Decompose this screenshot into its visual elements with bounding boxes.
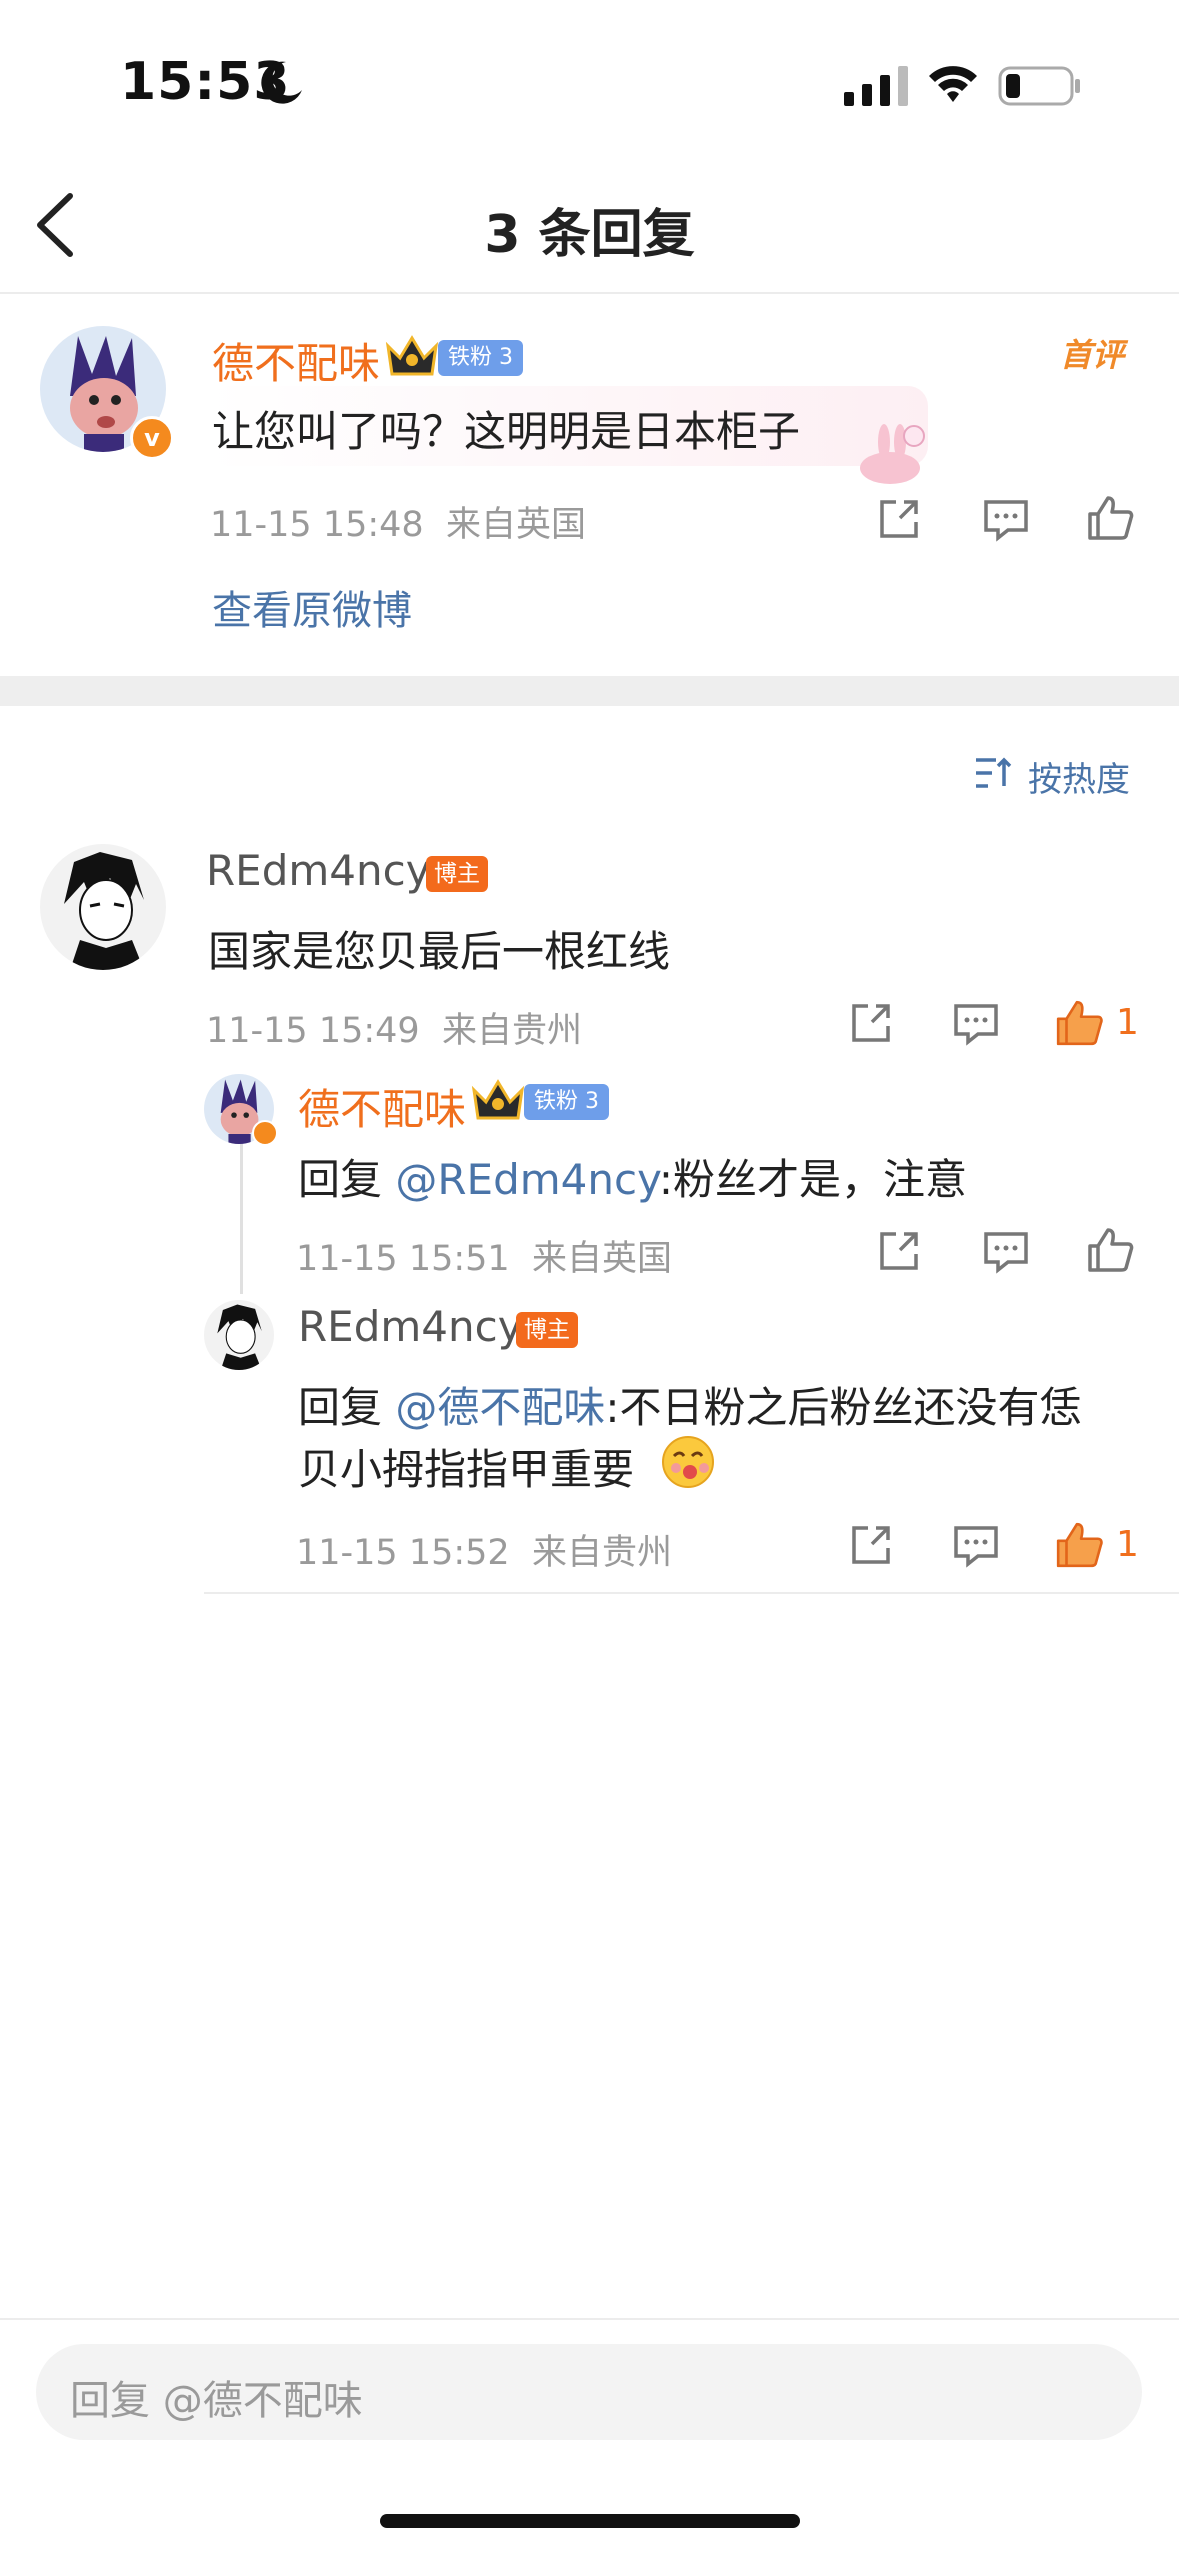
comment-icon xyxy=(984,1232,1028,1274)
signal-icon xyxy=(844,66,910,106)
author-badge: 博主 xyxy=(516,1312,578,1348)
like-button[interactable] xyxy=(1086,494,1134,542)
moon-icon xyxy=(256,58,306,108)
page-title: 3 条回复 xyxy=(484,205,695,265)
crown-icon xyxy=(470,1076,526,1122)
like-count: 1 xyxy=(1116,1524,1139,1565)
comment-icon xyxy=(984,500,1028,542)
share-icon xyxy=(852,1526,890,1564)
fan-badge: 铁粉 3 xyxy=(524,1084,609,1120)
share-button[interactable] xyxy=(848,1522,894,1568)
comment-meta: 11-15 15:52 来自贵州 xyxy=(296,1533,672,1573)
avatar-redm4ncy[interactable] xyxy=(40,844,166,970)
bottom-divider xyxy=(0,2318,1179,2320)
reply-text: 回复 @德不配味:不日粉之后粉丝还没有恁 xyxy=(298,1383,1082,1432)
sort-icon xyxy=(976,757,1012,788)
fan-badge: 铁粉 3 xyxy=(438,340,523,376)
author-badge: 博主 xyxy=(426,856,488,892)
reply-text-line2: 贝小拇指指甲重要 xyxy=(298,1445,635,1494)
header-divider xyxy=(0,292,1179,294)
comment-text: 国家是您贝最后一根红线 xyxy=(208,927,671,976)
verified-badge-icon xyxy=(252,1120,278,1146)
comment-meta: 11-15 15:51 来自英国 xyxy=(296,1239,672,1279)
view-original-link[interactable]: 查看原微博 xyxy=(212,578,412,636)
wifi-icon xyxy=(925,62,981,106)
reply-text: 回复 @REdm4ncy:粉丝才是，注意 xyxy=(298,1155,968,1204)
mention-link[interactable]: @REdm4ncy xyxy=(395,1155,659,1204)
comment-username[interactable]: REdm4ncy xyxy=(298,1302,523,1351)
bunny-sticker-icon xyxy=(854,420,934,486)
first-comment-tag: 首评 xyxy=(1060,336,1125,374)
sort-button[interactable] xyxy=(974,754,1014,792)
comment-button[interactable] xyxy=(952,1002,1000,1046)
thread-end-divider xyxy=(204,1592,1179,1594)
comment-username[interactable]: REdm4ncy xyxy=(206,846,431,895)
thumbs-up-icon xyxy=(1088,1228,1134,1272)
comment-icon xyxy=(954,1526,998,1568)
like-button[interactable] xyxy=(1054,998,1104,1048)
like-button[interactable] xyxy=(1086,1226,1134,1274)
comment-meta: 11-15 15:48 来自英国 xyxy=(210,505,586,545)
like-count: 1 xyxy=(1116,1002,1139,1043)
comment-button[interactable] xyxy=(982,1230,1030,1274)
comment-meta: 11-15 15:49 来自贵州 xyxy=(206,1011,582,1051)
thread-line xyxy=(240,1134,243,1294)
reply-input-placeholder: 回复 @德不配味 xyxy=(70,2378,363,2424)
mention-link[interactable]: @德不配味 xyxy=(395,1383,605,1432)
share-button[interactable] xyxy=(876,496,922,542)
share-button[interactable] xyxy=(876,1228,922,1274)
crown-icon xyxy=(384,332,440,378)
home-indicator xyxy=(380,2514,800,2528)
comment-text: 让您叫了吗？这明明是日本柜子 xyxy=(212,407,801,456)
comment-button[interactable] xyxy=(952,1524,1000,1568)
comment-icon xyxy=(954,1004,998,1046)
thumbs-up-icon xyxy=(1088,496,1134,540)
share-icon xyxy=(880,500,918,538)
battery-icon xyxy=(998,66,1082,106)
comment-username[interactable]: 德不配味 xyxy=(298,1076,466,1137)
thumbs-up-filled-icon xyxy=(1056,1522,1103,1568)
section-divider xyxy=(0,676,1179,706)
avatar-redm4ncy[interactable] xyxy=(204,1300,274,1370)
kissing-emoji-icon xyxy=(660,1434,716,1490)
sort-label[interactable]: 按热度 xyxy=(1028,752,1130,801)
verified-badge-icon: v xyxy=(130,416,174,460)
thumbs-up-filled-icon xyxy=(1056,1000,1103,1046)
comment-username[interactable]: 德不配味 xyxy=(212,330,380,391)
like-button[interactable] xyxy=(1054,1520,1104,1570)
comment-button[interactable] xyxy=(982,498,1030,542)
share-icon xyxy=(852,1004,890,1042)
share-icon xyxy=(880,1232,918,1270)
share-button[interactable] xyxy=(848,1000,894,1046)
